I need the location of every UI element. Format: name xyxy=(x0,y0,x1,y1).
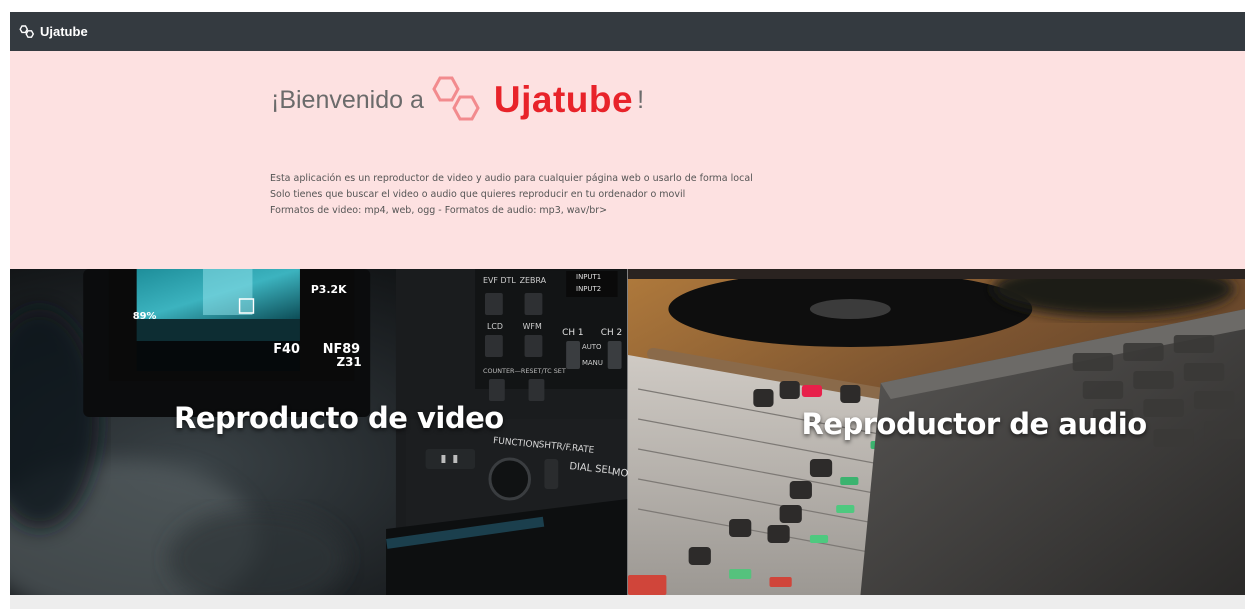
navbar: Ujatube xyxy=(10,12,1245,51)
welcome-text: ¡Bienvenido a xyxy=(271,85,424,114)
video-player-card[interactable]: P3.2K 89% F40 NF89 Z31 EVF DTL ZEBRA INP… xyxy=(10,269,628,595)
svg-text:89%: 89% xyxy=(133,311,157,322)
navbar-brand-text: Ujatube xyxy=(40,24,88,39)
svg-text:CH 1: CH 1 xyxy=(562,328,583,338)
logo-text: Ujatube xyxy=(493,79,634,120)
description: Esta aplicación es un reproductor de vid… xyxy=(270,171,753,219)
svg-text:AUTO: AUTO xyxy=(582,343,602,351)
video-player-label: Reproducto de video xyxy=(174,401,504,435)
hexagon-logo-icon xyxy=(432,76,480,121)
audio-player-card[interactable]: Reproductor de audio xyxy=(627,269,1245,595)
description-line: Solo tienes que buscar el video o audio … xyxy=(270,189,686,200)
svg-text:INPUT1: INPUT1 xyxy=(576,273,601,281)
description-line: Esta aplicación es un reproductor de vid… xyxy=(270,173,753,184)
description-line: Formatos de video: mp4, web, ogg - Forma… xyxy=(270,205,608,216)
svg-text:Z31: Z31 xyxy=(337,355,362,369)
svg-text:EVF DTL: EVF DTL xyxy=(483,276,516,285)
svg-text:MANU: MANU xyxy=(582,359,603,367)
page-frame: Ujatube ¡Bienvenido a Ujatube ! Esta apl… xyxy=(10,12,1245,609)
hexagon-logo-icon xyxy=(19,24,35,38)
svg-text:F40: F40 xyxy=(273,342,300,357)
exclamation-mark: ! xyxy=(637,85,645,114)
svg-text:CH 2: CH 2 xyxy=(601,328,622,338)
svg-text:WFM: WFM xyxy=(523,322,542,331)
audio-player-label: Reproductor de audio xyxy=(801,407,1148,441)
svg-text:COUNTER—RESET/TC SET: COUNTER—RESET/TC SET xyxy=(483,367,566,375)
svg-text:INPUT2: INPUT2 xyxy=(576,285,601,293)
navbar-brand-link[interactable]: Ujatube xyxy=(18,24,88,39)
svg-text:P3.2K: P3.2K xyxy=(311,283,347,296)
hero-title: ¡Bienvenido a Ujatube ! xyxy=(271,75,644,125)
hero-section: ¡Bienvenido a Ujatube ! Esta aplicación … xyxy=(10,51,1245,269)
player-cards: P3.2K 89% F40 NF89 Z31 EVF DTL ZEBRA INP… xyxy=(10,269,1245,595)
svg-text:ZEBRA: ZEBRA xyxy=(520,276,547,285)
svg-text:LCD: LCD xyxy=(487,322,503,331)
